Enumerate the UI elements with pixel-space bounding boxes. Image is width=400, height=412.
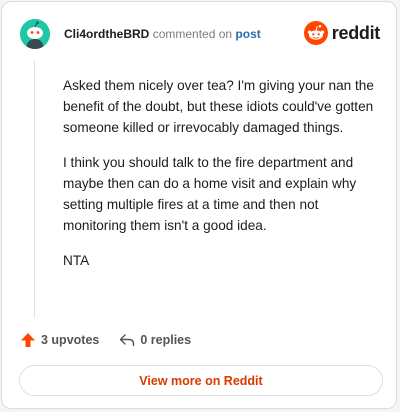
comment-header: Cli4ordtheBRD commented on post — [64, 27, 261, 41]
reddit-logo-icon — [303, 21, 328, 45]
view-more-button[interactable]: View more on Reddit — [19, 365, 383, 396]
username-link[interactable]: Cli4ordtheBRD — [64, 27, 149, 41]
upvote-count: 3 upvotes — [41, 333, 100, 347]
reply-arrow-icon — [120, 334, 135, 347]
upvote-arrow-icon — [21, 333, 35, 347]
snoo-avatar-icon — [20, 19, 50, 49]
thread-line — [34, 60, 35, 318]
comment-paragraph: NTA — [63, 253, 90, 268]
reply-button[interactable]: 0 replies — [119, 332, 191, 348]
comment-paragraph: I think you should talk to the fire depa… — [63, 155, 357, 233]
comment-embed-card: Cli4ordtheBRD commented on post reddit A… — [1, 1, 397, 409]
comment-body: Asked them nicely over tea? I'm giving y… — [63, 75, 381, 285]
post-link[interactable]: post — [235, 27, 260, 41]
comment-paragraph: Asked them nicely over tea? I'm giving y… — [63, 78, 374, 135]
reddit-brand[interactable]: reddit — [303, 21, 381, 45]
user-avatar[interactable] — [20, 19, 50, 49]
upvote-button[interactable]: 3 upvotes — [20, 332, 99, 348]
comment-actions: 3 upvotes 0 replies — [20, 332, 191, 348]
commented-on-text: commented on — [152, 27, 233, 41]
reply-count: 0 replies — [140, 333, 192, 347]
reddit-wordmark: reddit — [331, 22, 381, 43]
